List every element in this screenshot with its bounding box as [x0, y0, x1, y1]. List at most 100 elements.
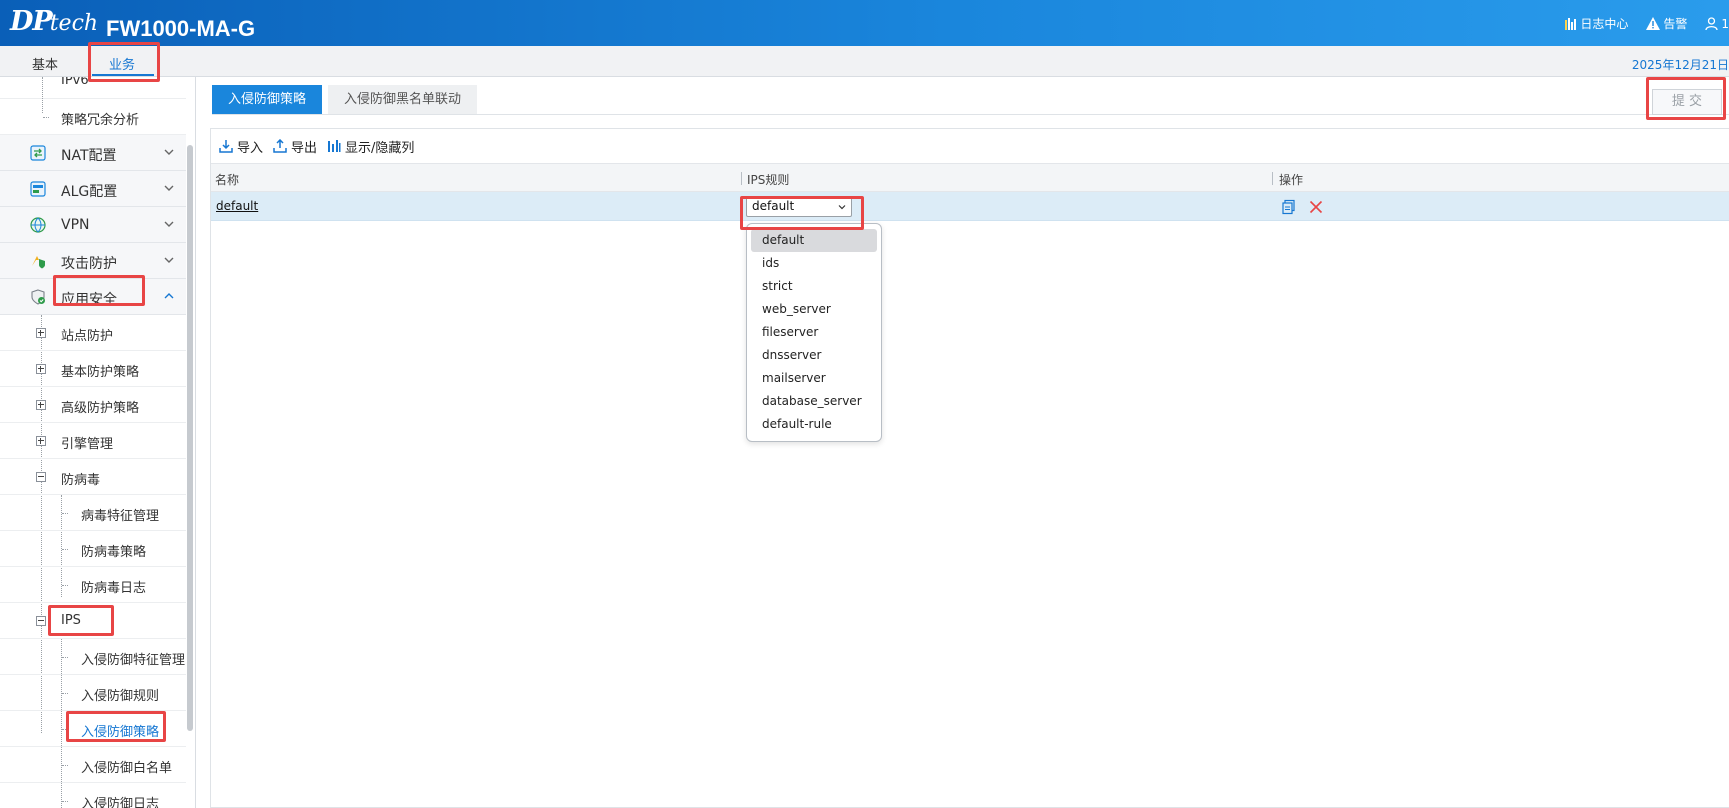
app-header: DP tech FW1000-MA-G 日志中心 告警 1	[0, 0, 1729, 46]
table-row[interactable]: default default	[211, 192, 1729, 221]
dropdown-option[interactable]: dnsserver	[751, 344, 877, 367]
tab-business[interactable]: 业务	[109, 54, 135, 73]
toggle-columns-label: 显示/隐藏列	[345, 140, 415, 156]
delete-icon[interactable]	[1308, 199, 1324, 215]
tree-branch	[62, 549, 68, 550]
sidebar-scrollbar[interactable]	[187, 145, 193, 731]
sidebar-group-alg[interactable]: ALG配置	[0, 171, 186, 207]
dropdown-option[interactable]: web_server	[751, 298, 877, 321]
policy-name-link[interactable]: default	[216, 199, 258, 213]
sidebar-item-basic-protection-policy[interactable]: 基本防护策略	[0, 351, 186, 387]
dropdown-option[interactable]: fileserver	[751, 321, 877, 344]
sidebar-item-antivirus-log[interactable]: 防病毒日志	[0, 567, 186, 603]
sidebar-item-antivirus-policy[interactable]: 防病毒策略	[0, 531, 186, 567]
sidebar-item-ips-whitelist[interactable]: 入侵防御白名单	[0, 747, 186, 783]
sidebar-item-label: 防病毒日志	[81, 581, 147, 596]
sidebar-item-site-protection[interactable]: 站点防护	[0, 315, 186, 351]
column-divider[interactable]	[1272, 172, 1273, 185]
attack-protection-icon	[32, 256, 45, 269]
sidebar-item-label: 入侵防御日志	[81, 797, 160, 808]
tree-branch	[62, 765, 68, 766]
columns-icon	[328, 140, 341, 152]
expand-plus-icon[interactable]	[36, 400, 46, 410]
nat-icon	[30, 145, 46, 161]
log-center-label: 日志中心	[1580, 17, 1629, 31]
tree-branch	[62, 657, 68, 658]
user-label: 1	[1721, 16, 1729, 31]
device-model: FW1000-MA-G	[106, 16, 256, 41]
sidebar-group-vpn[interactable]: VPN	[0, 207, 186, 243]
dropdown-option[interactable]: default	[751, 229, 877, 252]
ips-rule-select[interactable]: default	[746, 196, 852, 217]
collapse-minus-icon[interactable]	[36, 616, 46, 626]
expand-plus-icon[interactable]	[36, 436, 46, 446]
dropdown-option[interactable]: strict	[751, 275, 877, 298]
sidebar-item-label: 策略冗余分析	[61, 113, 140, 128]
sidebar-group-label: 攻击防护	[61, 256, 117, 272]
warning-icon	[1646, 17, 1661, 30]
ips-rule-dropdown: default ids strict web_server fileserver…	[746, 223, 882, 442]
copy-icon[interactable]	[1281, 199, 1297, 215]
sidebar-item-label: 基本防护策略	[61, 365, 140, 380]
sidebar-item-label: 病毒特征管理	[81, 509, 160, 524]
log-center-link[interactable]: 日志中心	[1565, 15, 1628, 32]
alg-icon	[30, 181, 46, 197]
sidebar-item-engine-management[interactable]: 引擎管理	[0, 423, 186, 459]
export-icon	[273, 139, 287, 153]
sidebar-item-ips-signature[interactable]: 入侵防御特征管理	[0, 639, 186, 675]
alarm-link[interactable]: 告警	[1646, 15, 1687, 32]
submit-button[interactable]: 提 交	[1652, 89, 1722, 115]
policy-table-panel: 导入 导出 显示/隐藏列 名称 IPS规则 操作 default default	[210, 128, 1729, 808]
import-button[interactable]: 导入	[219, 137, 263, 156]
sidebar-item-virus-signature[interactable]: 病毒特征管理	[0, 495, 186, 531]
dropdown-option[interactable]: database_server	[751, 390, 877, 413]
sidebar-group-label: VPN	[61, 217, 90, 233]
sidebar-item-ips-log[interactable]: 入侵防御日志	[0, 783, 186, 808]
dropdown-option[interactable]: ids	[751, 252, 877, 275]
sidebar-item-advanced-protection-policy[interactable]: 高级防护策略	[0, 387, 186, 423]
main-content: 入侵防御策略 入侵防御黑名单联动 提 交 导入 导出 显示/隐藏列 名称 IPS…	[196, 77, 1729, 808]
expand-plus-icon[interactable]	[36, 364, 46, 374]
active-tab-indicator	[92, 74, 154, 76]
sidebar-group-attack-protection[interactable]: 攻击防护	[0, 243, 186, 279]
sidebar-item-ips[interactable]: IPS	[0, 603, 186, 639]
sidebar-group-nat[interactable]: NAT配置	[0, 135, 186, 171]
tree-branch	[62, 729, 68, 730]
sidebar-item-policy-redundancy[interactable]: 策略冗余分析	[0, 99, 186, 135]
sidebar-item-label: 入侵防御策略	[81, 725, 160, 740]
tree-branch	[62, 801, 68, 802]
toggle-columns-button[interactable]: 显示/隐藏列	[327, 137, 414, 156]
sidebar-item-ips-rules[interactable]: 入侵防御规则	[0, 675, 186, 711]
chevron-down-icon	[164, 221, 174, 227]
column-header-ips-rule[interactable]: IPS规则	[747, 171, 789, 188]
dropdown-option[interactable]: mailserver	[751, 367, 877, 390]
ips-rule-select-value: default	[752, 199, 795, 213]
dropdown-option[interactable]: default-rule	[751, 413, 877, 436]
alarm-label: 告警	[1663, 17, 1688, 31]
logo-sub-text: tech	[49, 11, 99, 36]
sidebar-item-ips-policy[interactable]: 入侵防御策略	[0, 711, 186, 747]
vpn-icon	[30, 217, 46, 233]
chevron-up-icon	[164, 293, 174, 299]
sidebar-item-label: 入侵防御特征管理	[81, 653, 186, 668]
collapse-minus-icon[interactable]	[36, 472, 46, 482]
sidebar-item-antivirus[interactable]: 防病毒	[0, 459, 186, 495]
sidebar-item-label: 防病毒策略	[81, 545, 147, 560]
dptech-logo: DP tech	[10, 6, 98, 40]
tab-basic[interactable]: 基本	[32, 54, 58, 73]
sidebar-group-label: NAT配置	[61, 148, 117, 164]
user-menu[interactable]: 1	[1705, 15, 1729, 32]
column-divider[interactable]	[741, 172, 742, 185]
tab-ips-blacklist-linkage[interactable]: 入侵防御黑名单联动	[328, 85, 478, 114]
column-header-name[interactable]: 名称	[215, 171, 239, 188]
tab-ips-policy[interactable]: 入侵防御策略	[212, 85, 323, 114]
top-tab-bar: 基本 业务 2025年12月21日	[0, 46, 1729, 77]
sidebar-group-app-security[interactable]: 应用安全	[0, 279, 186, 315]
export-button[interactable]: 导出	[273, 137, 317, 156]
sidebar-group-label: ALG配置	[61, 184, 118, 200]
sidebar-item-ipv6[interactable]: IPv6	[0, 77, 186, 99]
expand-plus-icon[interactable]	[36, 328, 46, 338]
tree-branch	[62, 513, 68, 514]
chevron-down-icon	[164, 257, 174, 263]
tree-branch	[62, 585, 68, 586]
